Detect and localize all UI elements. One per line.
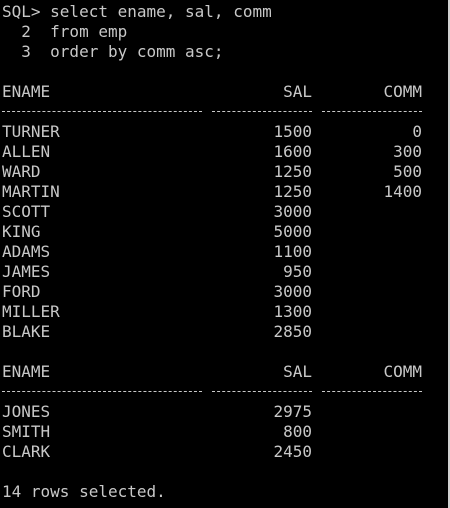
cell-sal: 1250: [273, 182, 312, 201]
cell-comm: [322, 242, 422, 262]
cell-sal: 2450: [273, 442, 312, 461]
rows-selected-message: 14 rows selected.: [2, 482, 166, 501]
separator-ename: [2, 391, 202, 392]
cell-ename: KING: [2, 222, 41, 241]
cell-sal: 950: [283, 262, 312, 281]
cell-ename: CLARK: [2, 442, 51, 461]
separator-sal: [212, 111, 312, 112]
table-row: JAMES 950: [0, 262, 448, 282]
cell-comm: [322, 202, 422, 222]
cell-sal: 2975: [273, 402, 312, 421]
table-row: ALLEN 1600 300: [0, 142, 448, 162]
table-row: KING 5000: [0, 222, 448, 242]
table-row: MILLER 1300: [0, 302, 448, 322]
cell-comm: [322, 402, 422, 422]
table-row: ADAMS 1100: [0, 242, 448, 262]
cell-sal: 1100: [273, 242, 312, 261]
separator-comm: [322, 111, 422, 112]
header-separator: [0, 382, 448, 402]
table-row: MARTIN 1250 1400: [0, 182, 448, 202]
table-row: FORD 3000: [0, 282, 448, 302]
cell-comm: 500: [393, 162, 422, 181]
table-row: WARD 1250 500: [0, 162, 448, 182]
cell-comm: 300: [393, 142, 422, 161]
sqlplus-console[interactable]: SQL> select ename, sal, comm 2 from emp …: [0, 0, 450, 508]
table-row: BLAKE 2850: [0, 322, 448, 342]
cell-comm: [322, 282, 422, 302]
cell-sal: 1500: [273, 122, 312, 141]
cell-ename: MILLER: [2, 302, 60, 321]
cell-comm: [322, 442, 422, 462]
result-header: ENAME SAL COMM: [0, 82, 448, 102]
column-header-comm: COMM: [383, 362, 422, 381]
cell-sal: 3000: [273, 282, 312, 301]
column-header-sal: SAL: [283, 362, 312, 381]
query-line-1: SQL> select ename, sal, comm: [2, 2, 272, 21]
table-row: SMITH 800: [0, 422, 448, 442]
cell-sal: 800: [283, 422, 312, 441]
cell-ename: JAMES: [2, 262, 51, 281]
query-line-2: 2 from emp: [2, 22, 128, 41]
cell-ename: FORD: [2, 282, 41, 301]
cell-comm: 1400: [383, 182, 422, 201]
cell-ename: JONES: [2, 402, 51, 421]
result-header: ENAME SAL COMM: [0, 362, 448, 382]
table-row: CLARK 2450: [0, 442, 448, 462]
header-separator: [0, 102, 448, 122]
cell-comm: 0: [412, 122, 422, 141]
table-row: JONES 2975: [0, 402, 448, 422]
column-header-ename: ENAME: [2, 82, 51, 101]
cell-comm: [322, 262, 422, 282]
cell-ename: ALLEN: [2, 142, 51, 161]
cell-comm: [322, 302, 422, 322]
cell-comm: [322, 322, 422, 342]
cell-ename: WARD: [2, 162, 41, 181]
cell-ename: ADAMS: [2, 242, 51, 261]
column-header-sal: SAL: [283, 82, 312, 101]
table-row: TURNER 1500 0: [0, 122, 448, 142]
column-header-ename: ENAME: [2, 362, 51, 381]
cell-ename: SCOTT: [2, 202, 51, 221]
cell-comm: [322, 222, 422, 242]
cell-sal: 2850: [273, 322, 312, 341]
cell-sal: 1300: [273, 302, 312, 321]
cell-sal: 1250: [273, 162, 312, 181]
cell-sal: 3000: [273, 202, 312, 221]
query-line-3: 3 order by comm asc;: [2, 42, 224, 61]
cell-ename: SMITH: [2, 422, 51, 441]
cell-ename: TURNER: [2, 122, 60, 141]
cell-sal: 1600: [273, 142, 312, 161]
cell-ename: BLAKE: [2, 322, 51, 341]
separator-ename: [2, 111, 202, 112]
cell-comm: [322, 422, 422, 442]
cell-ename: MARTIN: [2, 182, 60, 201]
separator-sal: [212, 391, 312, 392]
table-row: SCOTT 3000: [0, 202, 448, 222]
cell-sal: 5000: [273, 222, 312, 241]
separator-comm: [322, 391, 422, 392]
column-header-comm: COMM: [383, 82, 422, 101]
